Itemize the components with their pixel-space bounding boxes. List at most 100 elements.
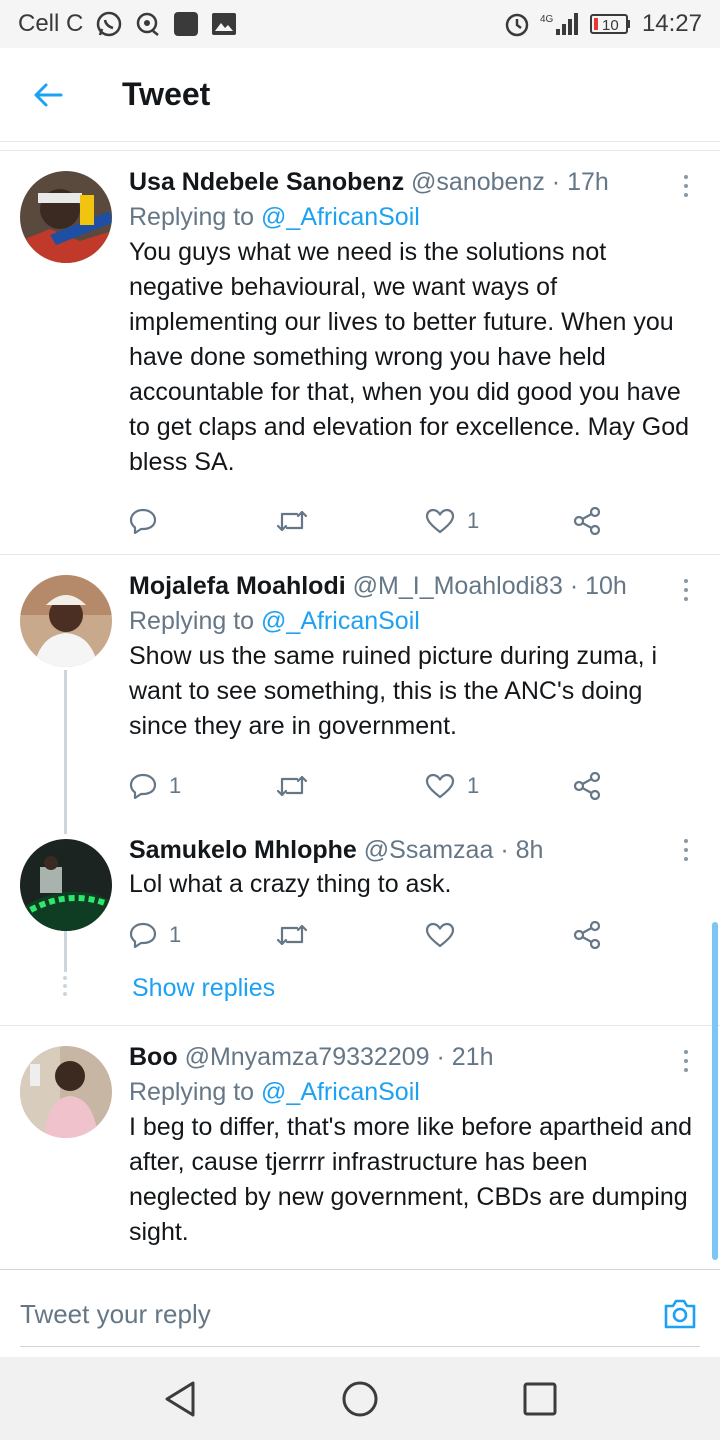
page-title: Tweet (122, 76, 211, 112)
author-handle[interactable]: @Ssamzaa (364, 836, 494, 864)
battery-icon: 10 (589, 12, 632, 36)
status-bar: Cell C 4G 10 14:27 (0, 0, 720, 48)
svg-text:10: 10 (602, 17, 619, 34)
like-icon (425, 508, 455, 534)
replies-feed[interactable]: Usa Ndebele Sanobenz @sanobenz · 17h Rep… (0, 151, 720, 1269)
tweet-content: Samukelo Mhlophe @Ssamzaa · 8h Lol what … (129, 833, 700, 902)
like-count: 1 (467, 773, 480, 798)
camera-button[interactable] (662, 1296, 698, 1332)
tweet-time: · 8h (500, 836, 544, 864)
reply-icon (129, 508, 157, 534)
like-button[interactable] (425, 915, 467, 955)
whatsapp-icon (95, 10, 123, 38)
avatar[interactable] (20, 575, 112, 667)
share-button[interactable] (573, 501, 601, 541)
reply-icon (129, 773, 157, 799)
like-icon (425, 922, 455, 948)
back-arrow-icon (34, 83, 63, 106)
like-icon (425, 773, 455, 799)
tweet-card[interactable]: Mojalefa Moahlodi @M_I_Moahlodi83 · 10h … (0, 555, 720, 835)
reply-button[interactable] (129, 501, 169, 541)
mention-link[interactable]: @_AfricanSoil (261, 1078, 420, 1106)
like-count: 1 (467, 508, 480, 533)
mention-link[interactable]: @_AfricanSoil (261, 203, 420, 231)
tweet-text: Lol what a crazy thing to ask. (129, 870, 452, 898)
tweet-card[interactable]: Boo @Mnyamza79332209 · 21h Replying to @… (0, 1026, 720, 1269)
author-name[interactable]: Usa Ndebele Sanobenz (129, 168, 404, 196)
tweet-text: I beg to differ, that's more like before… (129, 1113, 693, 1246)
retweet-button[interactable] (275, 501, 321, 541)
alarm-icon (504, 11, 530, 37)
tweet-time: · 10h (569, 572, 627, 600)
reply-composer (0, 1269, 720, 1357)
nav-recents-icon (523, 1382, 557, 1416)
tweet-actions: 1 (129, 501, 609, 541)
camera-icon (664, 1299, 696, 1329)
reply-button[interactable]: 1 (129, 915, 181, 955)
signal-icon: 4G (540, 11, 580, 37)
share-button[interactable] (573, 915, 601, 955)
avatar[interactable] (20, 839, 112, 931)
nav-recents-button[interactable] (518, 1377, 562, 1421)
notification-icon (173, 11, 199, 37)
show-replies-link[interactable]: Show replies (132, 971, 275, 1005)
avatar[interactable] (20, 171, 112, 263)
share-button[interactable] (573, 766, 601, 806)
reply-button[interactable]: 1 (129, 766, 181, 806)
nav-home-icon (342, 1381, 378, 1417)
like-button[interactable]: 1 (425, 501, 479, 541)
share-icon (573, 507, 601, 535)
retweet-button[interactable] (275, 915, 321, 955)
tweet-text: You guys what we need is the solutions n… (129, 238, 690, 476)
reply-input[interactable] (20, 1292, 620, 1336)
author-handle[interactable]: @Mnyamza79332209 (185, 1043, 430, 1071)
author-name[interactable]: Boo (129, 1043, 178, 1071)
tweet-actions: 1 1 (129, 766, 609, 806)
author-name[interactable]: Samukelo Mhlophe (129, 836, 357, 864)
avatar[interactable] (20, 1046, 112, 1138)
share-icon (573, 921, 601, 949)
tweet-content: Boo @Mnyamza79332209 · 21h Replying to @… (129, 1040, 700, 1250)
nav-back-button[interactable] (158, 1377, 202, 1421)
clock: 14:27 (641, 10, 702, 37)
scrollbar[interactable] (712, 922, 718, 1260)
tweet-text: Show us the same ruined picture during z… (129, 642, 658, 740)
tweet-header: Samukelo Mhlophe @Ssamzaa · 8h (129, 833, 700, 867)
nav-home-button[interactable] (338, 1377, 382, 1421)
share-icon (573, 772, 601, 800)
tweet-time: · 21h (436, 1043, 494, 1071)
retweet-icon (276, 510, 308, 532)
tweet-content: Usa Ndebele Sanobenz @sanobenz · 17h Rep… (129, 165, 700, 480)
tweet-header: Mojalefa Moahlodi @M_I_Moahlodi83 · 10h (129, 569, 700, 603)
author-handle[interactable]: @sanobenz (411, 168, 545, 196)
retweet-icon (276, 775, 308, 797)
author-handle[interactable]: @M_I_Moahlodi83 (353, 572, 563, 600)
app-header: Tweet (0, 48, 720, 142)
back-button[interactable] (0, 48, 96, 142)
author-name[interactable]: Mojalefa Moahlodi (129, 572, 346, 600)
tweet-header: Usa Ndebele Sanobenz @sanobenz · 17h (129, 165, 700, 199)
tweet-actions: 1 (129, 915, 609, 955)
replying-to: Replying to @_AfricanSoil (129, 1078, 420, 1106)
reply-count: 1 (169, 922, 182, 947)
tweet-card[interactable]: Samukelo Mhlophe @Ssamzaa · 8h Lol what … (0, 835, 720, 1025)
reply-icon (129, 922, 157, 948)
retweet-icon (276, 924, 308, 946)
replying-to: Replying to @_AfricanSoil (129, 203, 420, 231)
replying-to: Replying to @_AfricanSoil (129, 607, 420, 635)
retweet-button[interactable] (275, 766, 321, 806)
carrier-label: Cell C (18, 10, 84, 37)
location-icon (135, 11, 161, 37)
divider (20, 1346, 700, 1347)
system-nav-bar (0, 1357, 720, 1440)
tweet-card[interactable]: Usa Ndebele Sanobenz @sanobenz · 17h Rep… (0, 151, 720, 554)
reply-count: 1 (169, 773, 182, 798)
svg-text:4G: 4G (540, 14, 554, 25)
like-button[interactable]: 1 (425, 766, 479, 806)
tweet-header: Boo @Mnyamza79332209 · 21h (129, 1040, 700, 1074)
tweet-time: · 17h (551, 168, 609, 196)
mention-link[interactable]: @_AfricanSoil (261, 607, 420, 635)
gallery-icon (211, 11, 237, 37)
nav-back-icon (165, 1381, 195, 1417)
tweet-content: Mojalefa Moahlodi @M_I_Moahlodi83 · 10h … (129, 569, 700, 744)
